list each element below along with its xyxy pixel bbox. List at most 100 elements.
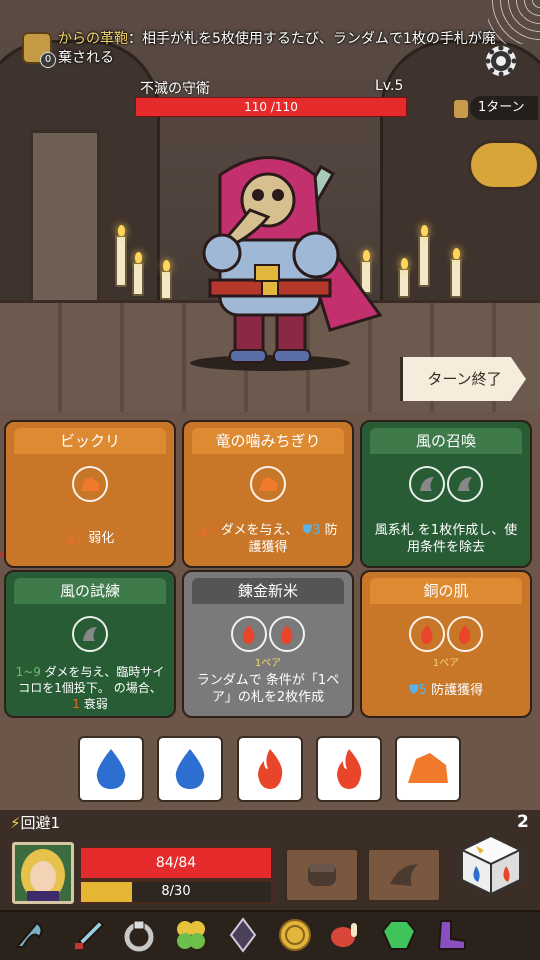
card-desc: ⛊5 防護獲得 bbox=[370, 682, 522, 699]
rock-mini-icon: ▲ bbox=[198, 523, 209, 538]
claw-icon bbox=[390, 864, 418, 886]
tentacle bbox=[130, 0, 210, 24]
candle bbox=[115, 225, 127, 287]
emerald-icon[interactable] bbox=[378, 914, 420, 956]
card-slots bbox=[6, 466, 174, 502]
card-do-no-hada[interactable]: 銅の肌 1ペア ⛊5 防護獲得 bbox=[360, 570, 532, 718]
buff-label: 回避1 bbox=[20, 814, 61, 832]
card-desc-text: の場合、 bbox=[113, 681, 162, 695]
card-bikkuri[interactable]: ビックリ ▲2 弱化 bbox=[4, 420, 176, 568]
fire-slot-icon bbox=[231, 616, 267, 652]
card-pair-condition: 1ペア bbox=[254, 658, 282, 669]
player-xp-bar: 8/30 bbox=[79, 880, 273, 904]
card-title: 風の試練 bbox=[14, 578, 166, 604]
scythe-icon[interactable] bbox=[8, 914, 50, 956]
turn-hourglass-icon bbox=[454, 100, 468, 118]
dice-pool-button[interactable] bbox=[458, 832, 524, 898]
water-drop-icon bbox=[96, 749, 126, 789]
die-water[interactable] bbox=[78, 736, 144, 802]
card-slots bbox=[362, 616, 530, 652]
card-desc-text: ダメを与え、 bbox=[220, 523, 299, 538]
dagger-icon[interactable] bbox=[68, 914, 110, 956]
die-fire[interactable] bbox=[316, 736, 382, 802]
end-turn-button[interactable]: ターン終了 bbox=[400, 357, 526, 401]
settings-gear-icon[interactable] bbox=[486, 46, 516, 76]
player-portrait-avatar[interactable] bbox=[12, 842, 74, 904]
card-title: ビックリ bbox=[14, 428, 166, 454]
tentacle bbox=[300, 0, 390, 22]
card-desc: ▲2 弱化 bbox=[14, 530, 166, 547]
shield-mini-icon: ⛊ bbox=[302, 523, 313, 538]
fist-icon bbox=[308, 864, 336, 886]
battle-scene: 0 からの革鞄：相手が札を5枚使用するたび、ランダムで1枚の手札が廃棄される 不… bbox=[0, 0, 540, 412]
card-desc-text: 弱化 bbox=[88, 531, 115, 546]
wind-slot-icon bbox=[72, 616, 108, 652]
card-desc-text: 衰弱 bbox=[83, 697, 108, 711]
card-desc-number: 3 bbox=[208, 523, 217, 538]
skill-slot-claw[interactable] bbox=[367, 848, 441, 902]
enemy-hp-bar: 110 /110 bbox=[135, 97, 407, 117]
card-desc-number: 1~9 bbox=[15, 665, 41, 679]
card-desc-number: 1 bbox=[72, 697, 80, 711]
candle bbox=[450, 248, 462, 298]
rock-mini-icon: ▲ bbox=[65, 531, 76, 546]
card-slots bbox=[362, 466, 530, 502]
card-desc-text: 防 bbox=[324, 523, 338, 538]
fire-icon bbox=[337, 749, 362, 789]
card-desc-number: 2 bbox=[75, 531, 85, 546]
card-desc-text: 護獲得 bbox=[248, 540, 288, 555]
die-rock[interactable] bbox=[395, 736, 461, 802]
enemy-level: Lv.5 bbox=[375, 78, 404, 94]
relic-description: からの革鞄：相手が札を5枚使用するたび、ランダムで1枚の手札が廃棄される bbox=[58, 30, 498, 68]
water-drop-icon bbox=[175, 749, 205, 789]
skill-slot-fist[interactable] bbox=[285, 848, 359, 902]
card-ryu-no-kamichigiri[interactable]: 竜の噛みちぎり ▲3 ダメを与え、 ⛊3 防護獲得 bbox=[182, 420, 354, 568]
relic-name: からの革鞄 bbox=[58, 31, 128, 47]
card-renkin-shinmai[interactable]: 錬金新米 1ペア ランダムで 条件が「1ペア」の札を2枚作成 bbox=[182, 570, 354, 718]
rock-icon bbox=[408, 753, 448, 783]
dodge-buff[interactable]: ⚡回避1 bbox=[10, 812, 60, 833]
card-desc-text: 防護獲得 bbox=[431, 683, 484, 698]
tentacle bbox=[10, 0, 80, 20]
turn-counter: 1ターン bbox=[470, 96, 538, 120]
cube-die-icon bbox=[459, 834, 523, 896]
card-desc-number: 5 bbox=[418, 683, 427, 698]
card-slots bbox=[6, 616, 174, 652]
crystal-icon[interactable] bbox=[222, 914, 264, 956]
broken-pillar bbox=[30, 130, 100, 320]
xp-text: 8/30 bbox=[161, 884, 191, 899]
card-kaze-no-shokan[interactable]: 風の召喚 風系札 を1枚作成し、使用条件を除去 bbox=[360, 420, 532, 568]
card-desc-number: 3 bbox=[312, 523, 321, 538]
shield-mini-icon: ⛊ bbox=[408, 683, 419, 698]
rock-slot-icon bbox=[72, 466, 108, 502]
die-water[interactable] bbox=[157, 736, 223, 802]
card-title: 竜の噛みちぎり bbox=[192, 428, 344, 454]
card-title: 錬金新米 bbox=[192, 578, 344, 604]
enemy-name: 不滅の守衛 bbox=[140, 81, 210, 97]
wind-slot-icon bbox=[447, 466, 483, 502]
ring-icon[interactable] bbox=[118, 914, 160, 956]
card-title: 銅の肌 bbox=[370, 578, 522, 604]
gold-brazier bbox=[468, 140, 540, 190]
plague-doctor-guard-sprite[interactable] bbox=[150, 145, 390, 375]
die-fire[interactable] bbox=[237, 736, 303, 802]
wind-slot-icon bbox=[409, 466, 445, 502]
card-slots bbox=[184, 616, 352, 652]
meat-icon[interactable] bbox=[324, 914, 366, 956]
clover-icon[interactable] bbox=[170, 914, 212, 956]
card-kaze-no-shiren[interactable]: 風の試練 1~9 ダメを与え、臨時サイコロを1個投下。 の場合、 1 衰弱 bbox=[4, 570, 176, 718]
candle bbox=[398, 258, 410, 298]
candle bbox=[418, 225, 430, 287]
lightning-icon: ⚡ bbox=[10, 814, 21, 832]
relic-counter: 0 bbox=[40, 52, 56, 68]
card-pair-condition: 1ペア bbox=[432, 658, 460, 669]
boot-icon[interactable] bbox=[430, 914, 472, 956]
gold-coin-icon[interactable] bbox=[274, 914, 316, 956]
card-desc: ランダムで 条件が「1ペア」の札を2枚作成 bbox=[196, 673, 340, 705]
card-desc: 風系札 を1枚作成し、使用条件を除去 bbox=[374, 523, 518, 555]
card-title: 風の召喚 bbox=[370, 428, 522, 454]
candle bbox=[132, 252, 144, 296]
fire-slot-icon bbox=[269, 616, 305, 652]
leather-bag-relic-icon[interactable]: 0 bbox=[22, 32, 56, 68]
rock-slot-icon bbox=[250, 466, 286, 502]
